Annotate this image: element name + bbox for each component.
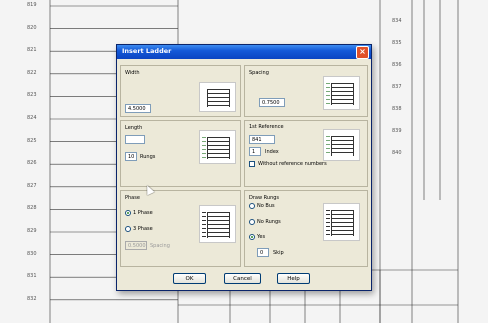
rungs-input[interactable]: 10: [125, 152, 137, 161]
row-number: 822: [27, 69, 37, 76]
row-number: 823: [27, 92, 37, 99]
row-number: 831: [27, 273, 37, 280]
row-number: 834: [392, 18, 402, 24]
row-number: 830: [27, 250, 37, 257]
row-number: 824: [27, 115, 37, 121]
no-rungs-label: No Rungs: [257, 219, 281, 225]
length-label: Length: [125, 125, 143, 131]
without-reference-checkbox[interactable]: [249, 161, 255, 167]
row-number: 840: [392, 150, 402, 156]
without-reference-label: Without reference numbers: [258, 161, 327, 167]
row-number: 821: [27, 47, 37, 54]
reference-preview-image: [323, 129, 360, 161]
row-number: 837: [392, 84, 402, 90]
no-bus-radio[interactable]: [249, 203, 255, 209]
phase-group: Phase 1 Phase 3 Phase 0.5000 Spacing: [120, 190, 241, 267]
skip-input[interactable]: 0: [257, 248, 269, 257]
row-number: 820: [27, 24, 37, 31]
width-preview-image: [199, 82, 236, 112]
one-phase-radio[interactable]: [125, 210, 131, 216]
phase-spacing-label: Spacing: [150, 243, 170, 249]
row-number: 836: [392, 62, 402, 68]
insert-ladder-dialog: Insert Ladder × Width 4.5000 Spacing 0.7…: [116, 44, 372, 291]
draw-rungs-preview-image: [323, 203, 360, 241]
row-number: 825: [27, 137, 37, 144]
phase-spacing-input[interactable]: 0.5000: [125, 241, 147, 250]
dialog-title: Insert Ladder: [122, 47, 172, 55]
yes-label: Yes: [257, 234, 266, 240]
spacing-group: Spacing 0.7500: [244, 65, 368, 117]
phase-preview-image: [199, 205, 236, 243]
row-number: 838: [392, 106, 402, 112]
row-number: 828: [27, 205, 37, 212]
row-number: 819: [27, 2, 37, 8]
help-button[interactable]: Help: [277, 273, 310, 284]
length-input[interactable]: [125, 135, 145, 144]
skip-label: Skip: [273, 250, 284, 256]
ok-button[interactable]: OK: [173, 273, 206, 284]
width-label: Width: [125, 70, 140, 76]
row-number: 832: [27, 295, 37, 302]
row-number: 827: [27, 182, 37, 189]
dialog-titlebar[interactable]: Insert Ladder ×: [117, 45, 371, 59]
spacing-preview-image: [323, 76, 360, 110]
first-reference-group: 1st Reference 841 1 Index Without refere…: [244, 120, 368, 187]
phase-label: Phase: [125, 195, 140, 201]
one-phase-label: 1 Phase: [133, 210, 153, 216]
cancel-button[interactable]: Cancel: [224, 273, 261, 284]
row-number: 835: [392, 40, 402, 46]
draw-rungs-group: Draw Rungs No Bus No Rungs Yes 0 Skip: [244, 190, 368, 267]
index-label: Index: [265, 149, 279, 155]
row-number: 839: [392, 128, 402, 134]
row-number: 829: [27, 228, 37, 234]
first-reference-input[interactable]: 841: [249, 135, 275, 144]
length-group: Length 10 Rungs: [120, 120, 241, 187]
row-number: 826: [27, 160, 37, 167]
first-reference-label: 1st Reference: [249, 124, 284, 130]
close-icon[interactable]: ×: [356, 46, 369, 59]
rungs-label: Rungs: [140, 154, 156, 160]
yes-radio[interactable]: [249, 234, 255, 240]
no-rungs-radio[interactable]: [249, 219, 255, 225]
three-phase-radio[interactable]: [125, 226, 131, 232]
draw-rungs-label: Draw Rungs: [249, 195, 280, 201]
width-group: Width 4.5000: [120, 65, 241, 117]
spacing-input[interactable]: 0.7500: [259, 98, 285, 107]
width-input[interactable]: 4.5000: [125, 104, 151, 113]
no-bus-label: No Bus: [257, 203, 275, 209]
spacing-label: Spacing: [249, 70, 269, 76]
three-phase-label: 3 Phase: [133, 226, 153, 232]
length-preview-image: [199, 130, 236, 164]
index-input[interactable]: 1: [249, 147, 261, 156]
